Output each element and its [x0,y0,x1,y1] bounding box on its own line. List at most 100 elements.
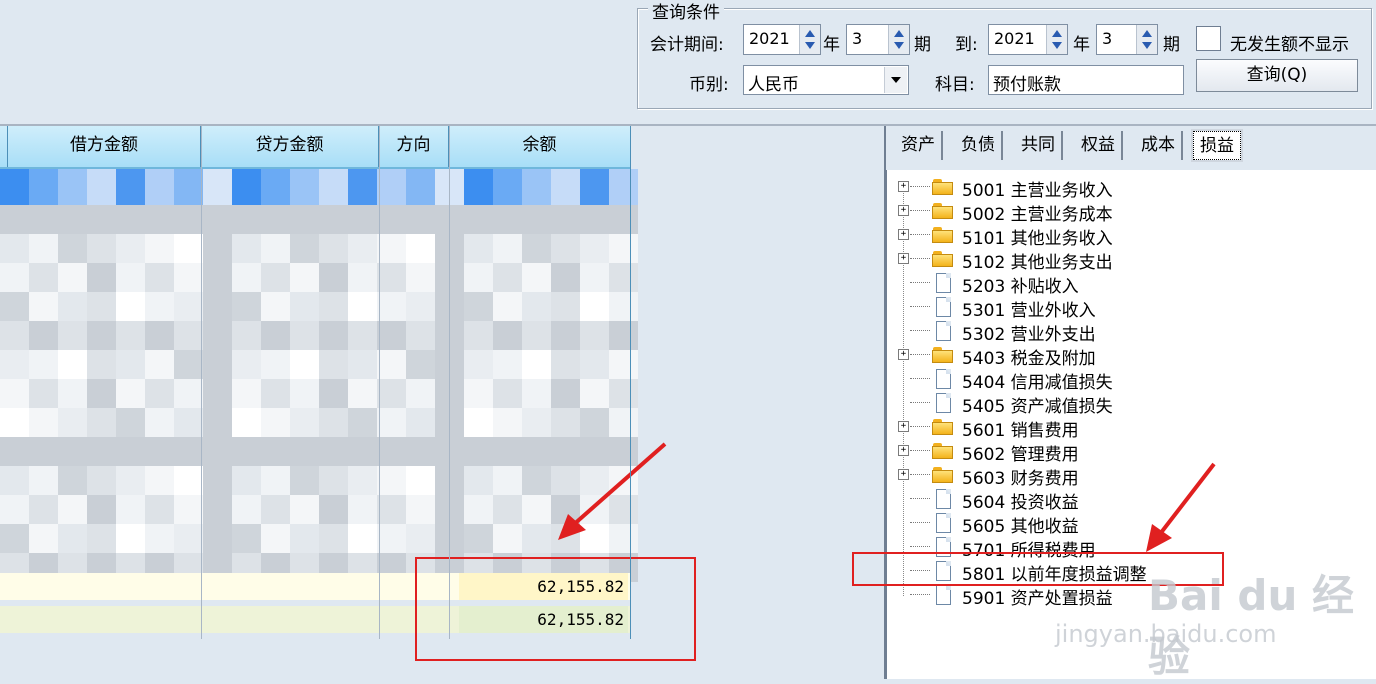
blurred-cell [203,350,232,379]
query-button[interactable]: 查询(Q) [1196,59,1358,92]
spin-up-icon[interactable] [1142,30,1152,37]
expand-icon[interactable]: + [898,253,909,264]
to-year-spin-buttons[interactable] [1046,25,1067,54]
tab-equity[interactable]: 权益 [1075,131,1123,160]
blurred-cell [58,408,87,437]
to-year-spinner[interactable]: 2021 [988,24,1068,55]
blurred-cell [377,437,406,466]
blurred-cell [551,169,580,205]
from-year-spinner[interactable]: 2021 [743,24,821,55]
expand-icon[interactable]: + [898,469,909,480]
currency-select[interactable]: 人民币 [743,65,909,95]
account-input[interactable]: 预付账款 [988,65,1184,95]
tree-connector [910,498,930,499]
blurred-cell [29,466,58,495]
to-period-spinner[interactable]: 3 [1096,24,1158,55]
spin-up-icon[interactable] [1052,30,1062,37]
tree-item-label: 5602 管理费用 [962,445,1079,465]
blurred-cell [319,408,348,437]
blurred-cell [0,234,29,263]
blurred-cell [377,408,406,437]
tab-common[interactable]: 共同 [1015,131,1063,160]
spin-down-icon[interactable] [1052,42,1062,49]
blurred-cell [290,495,319,524]
blurred-cell [116,321,145,350]
blurred-cell [580,292,609,321]
expand-icon[interactable]: + [898,349,909,360]
tab-assets[interactable]: 资产 [895,131,943,160]
from-period-spinner[interactable]: 3 [846,24,910,55]
blurred-cell [551,205,580,234]
spin-up-icon[interactable] [894,30,904,37]
spin-down-icon[interactable] [805,42,815,49]
header-balance[interactable]: 余额 [449,126,631,167]
blurred-cell [464,234,493,263]
tree-connector [910,426,930,427]
year-unit-label: 年 [823,35,840,55]
blurred-cell [87,350,116,379]
spin-down-icon[interactable] [894,42,904,49]
blurred-cell [609,205,638,234]
expand-icon[interactable]: + [898,421,909,432]
document-icon [936,297,951,317]
expand-icon[interactable]: + [898,181,909,192]
tree-item-label: 5901 资产处置损益 [962,589,1113,609]
header-debit[interactable]: 借方金额 [8,126,201,167]
blurred-cell [174,263,203,292]
blurred-cell [232,524,261,553]
blurred-cell [406,321,435,350]
blurred-cell [116,350,145,379]
blurred-cell [348,350,377,379]
table-header: 借方金额 贷方金额 方向 余额 [0,126,631,169]
blurred-cell [319,350,348,379]
expand-icon[interactable]: + [898,445,909,456]
blurred-cell [145,263,174,292]
blurred-cell [348,437,377,466]
blurred-cell [464,321,493,350]
blurred-cell [522,292,551,321]
blurred-cell [29,495,58,524]
tree-item-label: 5604 投资收益 [962,493,1079,513]
document-icon [936,393,951,413]
blurred-cell [145,321,174,350]
blurred-cell [29,408,58,437]
blurred-cell [406,437,435,466]
blurred-cell [145,379,174,408]
tab-liabilities[interactable]: 负债 [955,131,1003,160]
blurred-cell [406,466,435,495]
expand-icon[interactable]: + [898,229,909,240]
header-credit[interactable]: 贷方金额 [201,126,379,167]
blurred-cell [29,437,58,466]
to-period-spin-buttons[interactable] [1136,25,1157,54]
blurred-cell [145,437,174,466]
column-divider [379,126,380,639]
chevron-down-icon[interactable] [884,67,907,93]
blurred-cell [116,205,145,234]
blurred-cell [116,466,145,495]
tab-profit-loss[interactable]: 损益 [1191,129,1243,162]
account-label: 科目: [935,75,975,95]
column-divider [449,126,450,639]
header-direction[interactable]: 方向 [379,126,449,167]
blurred-cell [551,321,580,350]
document-icon [936,513,951,533]
from-year-spin-buttons[interactable] [799,25,820,54]
tree-item-label: 5601 销售费用 [962,421,1079,441]
blurred-cell [145,234,174,263]
blurred-cell [0,321,29,350]
blurred-cell [377,350,406,379]
tree-item-label: 5404 信用减值损失 [962,373,1113,393]
from-period-spin-buttons[interactable] [888,25,909,54]
blurred-cell [29,205,58,234]
tree-item-label: 5301 营业外收入 [962,301,1096,321]
blurred-cell [406,263,435,292]
hide-zero-checkbox[interactable] [1196,26,1221,51]
blurred-cell [551,234,580,263]
blurred-cell [261,263,290,292]
expand-icon[interactable]: + [898,205,909,216]
tab-cost[interactable]: 成本 [1135,131,1183,160]
blurred-cell [319,466,348,495]
spin-up-icon[interactable] [805,30,815,37]
spin-down-icon[interactable] [1142,42,1152,49]
tree-connector [910,474,930,475]
